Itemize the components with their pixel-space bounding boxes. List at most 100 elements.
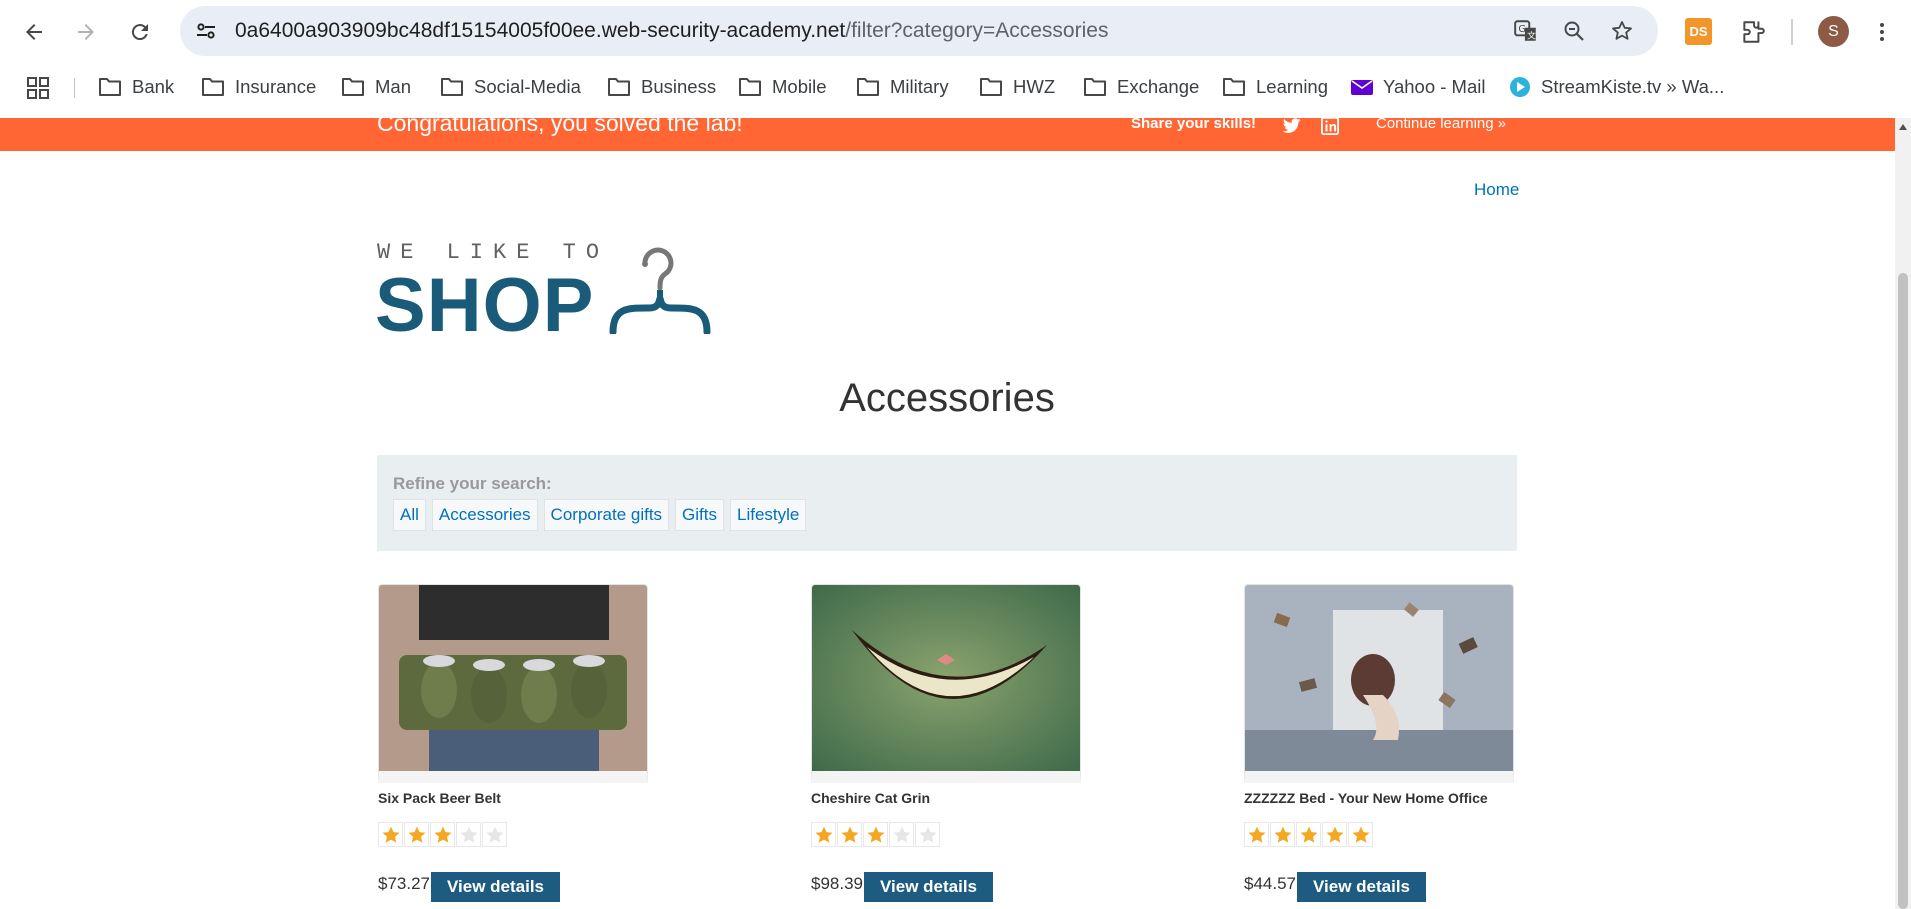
folder-icon — [99, 78, 121, 96]
star-empty-icon — [889, 822, 914, 847]
bookmark-folder-business[interactable]: Business — [607, 70, 716, 104]
hanger-icon — [609, 247, 711, 334]
product-image[interactable] — [378, 584, 648, 783]
url-host: 0a6400a903909bc48df15154005f00ee.web-sec… — [235, 19, 846, 42]
bookmark-label: HWZ — [1013, 76, 1056, 97]
bookmark-folder-insurance[interactable]: Insurance — [201, 70, 316, 104]
product-card: Cheshire Cat Grin $98.39 View details — [811, 584, 1081, 902]
view-details-button[interactable]: View details — [431, 872, 561, 902]
folder-icon — [1084, 78, 1106, 96]
bookmark-folder-military[interactable]: Military — [856, 70, 949, 104]
url-text[interactable]: 0a6400a903909bc48df15154005f00ee.web-sec… — [235, 6, 1108, 56]
beer-belt-image — [379, 585, 647, 771]
star-empty-icon — [482, 822, 507, 847]
bookmark-folder-bank[interactable]: Bank — [98, 70, 174, 104]
bookmark-label: Business — [641, 76, 717, 97]
twitter-icon[interactable] — [1282, 118, 1302, 134]
bookmark-label: Military — [890, 76, 949, 97]
filter-all[interactable]: All — [393, 499, 426, 531]
star-filled-icon — [378, 822, 403, 847]
arrow-right-icon — [78, 24, 94, 40]
bookmark-folder-man[interactable]: Man — [341, 70, 411, 104]
star-filled-icon — [1322, 822, 1347, 847]
extensions-button[interactable] — [1733, 12, 1773, 52]
bookmark-label: Yahoo - Mail — [1383, 76, 1486, 97]
view-details-button[interactable]: View details — [864, 872, 994, 902]
star-filled-icon — [1348, 822, 1373, 847]
translate-icon: G文 — [1514, 20, 1536, 42]
bookmark-folder-exchange[interactable]: Exchange — [1083, 70, 1199, 104]
bookmark-label: Insurance — [235, 76, 317, 97]
bookmark-label: StreamKiste.tv » Wa... — [1541, 76, 1725, 97]
filter-accessories[interactable]: Accessories — [431, 499, 538, 531]
bookmark-folder-hwz[interactable]: HWZ — [979, 70, 1055, 104]
share-skills-label: Share your skills! — [1131, 118, 1257, 132]
reload-button[interactable] — [120, 12, 160, 52]
scrollbar-thumb[interactable] — [1898, 273, 1908, 909]
bookmarks-bar: Bank Insurance Man Social-Media Business… — [0, 70, 1911, 104]
product-card: ZZZZZZ Bed - Your New Home Office $44.57… — [1244, 584, 1514, 902]
svg-text:文: 文 — [1527, 30, 1536, 42]
bookmark-label: Exchange — [1117, 76, 1200, 97]
star-empty-icon — [456, 822, 481, 847]
shop-logo[interactable]: WE LIKE TO SHOP — [375, 240, 732, 348]
bookmark-yahoo-mail[interactable]: Yahoo - Mail — [1351, 70, 1485, 104]
product-price: $73.27 — [378, 874, 430, 893]
view-details-button[interactable]: View details — [1297, 872, 1427, 902]
folder-icon — [739, 78, 761, 96]
page-scrollbar[interactable] — [1895, 118, 1911, 909]
filter-corporate-gifts[interactable]: Corporate gifts — [543, 499, 670, 531]
folder-icon — [1223, 78, 1245, 96]
browser-toolbar: 0a6400a903909bc48df15154005f00ee.web-sec… — [0, 0, 1911, 119]
star-filled-icon — [1244, 822, 1269, 847]
ds-extension-icon[interactable]: DS — [1685, 18, 1712, 45]
profile-avatar[interactable]: S — [1818, 16, 1849, 47]
folder-icon — [857, 78, 879, 96]
apps-grid-icon[interactable] — [26, 76, 50, 100]
product-rating — [378, 822, 507, 847]
folder-icon — [980, 78, 1002, 96]
filter-lifestyle[interactable]: Lifestyle — [730, 499, 807, 531]
translate-button[interactable]: G文 — [1512, 17, 1540, 45]
star-filled-icon — [863, 822, 888, 847]
bookmark-label: Learning — [1256, 76, 1329, 97]
star-outline-icon — [1612, 21, 1632, 40]
back-button[interactable] — [14, 12, 54, 52]
url-path: /filter?category=Accessories — [845, 19, 1109, 42]
zoom-button[interactable] — [1560, 17, 1588, 45]
bookmark-star-button[interactable] — [1608, 17, 1636, 45]
star-filled-icon — [1296, 822, 1321, 847]
product-price: $44.57 — [1244, 874, 1296, 893]
category-filter-list: All Accessories Corporate gifts Gifts Li… — [393, 499, 807, 531]
product-image[interactable] — [811, 584, 1081, 783]
more-vertical-icon — [1880, 23, 1884, 41]
site-settings-icon[interactable] — [194, 19, 218, 43]
star-filled-icon — [811, 822, 836, 847]
product-card: Six Pack Beer Belt $73.27 View details — [378, 584, 648, 902]
forward-button[interactable] — [66, 12, 106, 52]
bookmarks-divider — [74, 78, 75, 98]
product-image[interactable] — [1244, 584, 1514, 783]
star-filled-icon — [404, 822, 429, 847]
linkedin-icon[interactable] — [1321, 118, 1339, 135]
folder-icon — [202, 78, 224, 96]
bed-office-image — [1245, 585, 1513, 771]
product-name: ZZZZZZ Bed - Your New Home Office — [1244, 790, 1488, 806]
zoom-out-icon — [1564, 21, 1584, 41]
bookmark-label: Man — [375, 76, 411, 97]
browser-menu-button[interactable] — [1862, 12, 1902, 52]
logo-word: SHOP — [375, 263, 595, 348]
product-price: $98.39 — [811, 874, 863, 893]
continue-learning-link[interactable]: Continue learning » — [1376, 118, 1506, 132]
filter-gifts[interactable]: Gifts — [675, 499, 724, 531]
bookmark-folder-learning[interactable]: Learning — [1222, 70, 1328, 104]
bookmark-streamkiste[interactable]: StreamKiste.tv » Wa... — [1509, 70, 1724, 104]
bookmark-folder-social-media[interactable]: Social-Media — [440, 70, 581, 104]
folder-icon — [342, 78, 364, 96]
bookmark-folder-mobile[interactable]: Mobile — [738, 70, 827, 104]
address-bar[interactable]: 0a6400a903909bc48df15154005f00ee.web-sec… — [180, 6, 1658, 56]
scroll-up-arrow-icon[interactable] — [1899, 124, 1907, 130]
folder-icon — [608, 78, 630, 96]
home-link[interactable]: Home — [1474, 180, 1519, 200]
lab-solved-banner: Congratulations, you solved the lab! Sha… — [0, 118, 1895, 151]
